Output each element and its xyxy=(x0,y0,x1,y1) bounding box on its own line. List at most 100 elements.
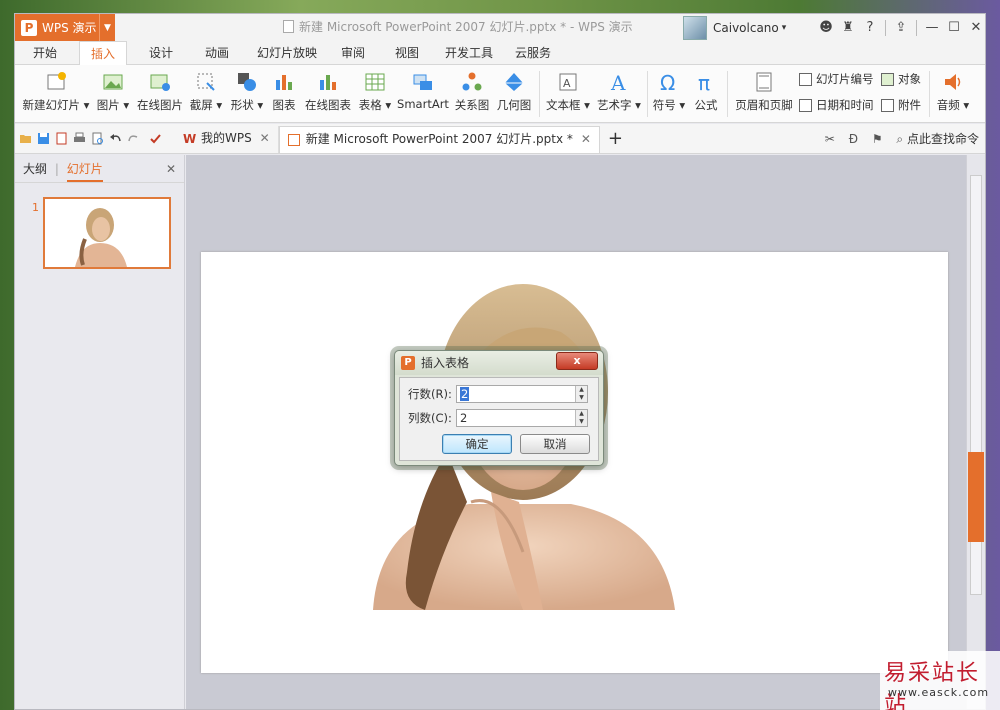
app-button-label: WPS 演示 xyxy=(42,21,97,35)
stepper-arrows-icon[interactable]: ▲ ▼ xyxy=(575,386,587,402)
customize-icon[interactable] xyxy=(149,132,162,145)
print-preview-icon[interactable] xyxy=(91,132,104,145)
print-icon[interactable] xyxy=(73,132,86,145)
chart-button[interactable]: 图表 xyxy=(269,69,299,121)
quick-access-bar: W 我的WPS ✕ 新建 Microsoft PowerPoint 2007 幻… xyxy=(15,124,985,154)
date-time-label: 日期和时间 xyxy=(816,98,874,112)
d-icon[interactable]: Ð xyxy=(849,132,858,146)
export-pdf-icon[interactable] xyxy=(55,132,68,145)
slide-number-label: 幻灯片编号 xyxy=(816,72,874,86)
header-footer-label: 页眉和页脚 xyxy=(735,98,793,112)
smartart-button[interactable]: SmartArt xyxy=(397,69,449,121)
find-command-label[interactable]: 点此查找命令 xyxy=(907,132,979,146)
search-icon[interactable]: ⌕ xyxy=(896,132,903,146)
find-command[interactable]: ✂ Ð ⚑ ⌕ 点此查找命令 xyxy=(825,124,979,154)
audio-label: 音频 xyxy=(936,98,960,112)
online-chart-button[interactable]: 在线图表 xyxy=(303,69,353,121)
divider xyxy=(647,71,648,117)
object-button[interactable]: 对象 xyxy=(881,69,921,89)
tab-design[interactable]: 设计 xyxy=(139,41,183,65)
skin-icon[interactable]: ☻ xyxy=(815,20,837,35)
symbol-button[interactable]: Ω 符号 ▾ xyxy=(651,69,687,121)
picture-button[interactable]: 图片 ▾ xyxy=(95,69,131,121)
geometry-button[interactable]: 几何图 xyxy=(495,69,533,121)
close-icon[interactable]: ✕ xyxy=(581,127,591,152)
divider xyxy=(727,71,728,117)
object-icon xyxy=(881,72,894,86)
redo-icon[interactable] xyxy=(127,132,140,145)
window-controls: ☻ ♜ ? ⇪ — ☐ ✕ xyxy=(815,14,985,41)
dialog-close-button[interactable]: x xyxy=(556,352,598,370)
minimize-icon[interactable]: — xyxy=(921,20,943,35)
tab-outline[interactable]: 大纲 xyxy=(23,162,47,176)
rows-value[interactable]: 2 xyxy=(460,387,470,401)
cols-stepper[interactable]: 2 ▲ ▼ xyxy=(456,409,588,427)
formula-button[interactable]: π 公式 xyxy=(691,69,721,121)
online-picture-icon xyxy=(150,74,170,91)
tab-review[interactable]: 审阅 xyxy=(333,41,373,65)
scrollbar-marker xyxy=(968,452,984,542)
tab-insert[interactable]: 插入 xyxy=(79,41,127,66)
maximize-icon[interactable]: ☐ xyxy=(943,20,965,35)
ok-button[interactable]: 确定 xyxy=(442,434,512,454)
rows-stepper[interactable]: 2 ▲ ▼ xyxy=(456,385,588,403)
tab-animation[interactable]: 动画 xyxy=(195,41,239,65)
new-tab-plus-icon[interactable]: + xyxy=(600,126,631,153)
tab-my-wps[interactable]: W 我的WPS ✕ xyxy=(175,126,279,153)
tab-current-document[interactable]: 新建 Microsoft PowerPoint 2007 幻灯片.pptx * … xyxy=(278,126,600,153)
table-button[interactable]: 表格 ▾ xyxy=(355,69,395,121)
wordart-label: 艺术字 xyxy=(597,98,632,112)
cancel-button[interactable]: 取消 xyxy=(520,434,590,454)
slide-thumbnail[interactable] xyxy=(43,197,171,269)
title-bar: P WPS 演示 ▼ 新建 Microsoft PowerPoint 2007 … xyxy=(15,14,985,41)
shirt-icon[interactable]: ♜ xyxy=(837,20,859,35)
header-footer-button[interactable]: 页眉和页脚 xyxy=(733,69,795,121)
tab-slides[interactable]: 幻灯片 xyxy=(66,162,103,182)
close-icon[interactable]: ✕ xyxy=(260,126,270,151)
scissors-icon[interactable]: ✂ xyxy=(825,132,835,146)
watermark-url: www.easck.com xyxy=(888,686,990,699)
audio-button[interactable]: 音频 ▾ xyxy=(933,69,973,121)
attachment-label: 附件 xyxy=(898,98,921,112)
ppt-file-icon xyxy=(287,134,300,146)
rows-label: 行数(R): xyxy=(408,387,452,401)
date-time-button[interactable]: 日期和时间 xyxy=(799,95,874,115)
watermark-text: 易采站长站 xyxy=(884,661,981,710)
username[interactable]: Caivolcano xyxy=(713,21,779,35)
close-icon[interactable]: ✕ xyxy=(965,20,985,35)
stepper-arrows-icon[interactable]: ▲ ▼ xyxy=(575,410,587,426)
save-icon[interactable] xyxy=(37,132,50,145)
screenshot-button[interactable]: 截屏 ▾ xyxy=(187,69,225,121)
wps-app-button[interactable]: P WPS 演示 ▼ xyxy=(15,14,115,41)
document-icon xyxy=(283,20,294,33)
omega-icon: Ω xyxy=(660,71,675,93)
tab-view[interactable]: 视图 xyxy=(387,41,427,65)
user-area[interactable]: Caivolcano ▾ xyxy=(683,16,786,40)
open-folder-icon[interactable] xyxy=(19,132,32,145)
textbox-button[interactable]: A 文本框 ▾ xyxy=(545,69,591,121)
vertical-scrollbar[interactable] xyxy=(966,155,985,709)
flag-icon[interactable]: ⚑ xyxy=(872,132,883,146)
tab-developer[interactable]: 开发工具 xyxy=(439,41,499,65)
new-slide-button[interactable]: 新建幻灯片 ▾ xyxy=(21,69,91,121)
cols-value[interactable]: 2 xyxy=(460,411,467,425)
undo-icon[interactable] xyxy=(109,132,122,145)
slide-number: 1 xyxy=(32,201,39,214)
tab-slideshow[interactable]: 幻灯片放映 xyxy=(251,41,323,65)
wordart-button[interactable]: A 艺术字 ▾ xyxy=(595,69,643,121)
attachment-button[interactable]: 附件 xyxy=(881,95,921,115)
upload-icon[interactable]: ⇪ xyxy=(890,20,912,35)
relation-button[interactable]: 关系图 xyxy=(453,69,491,121)
chevron-down-icon[interactable]: ▾ xyxy=(782,23,787,33)
chevron-down-icon[interactable]: ▼ xyxy=(99,14,115,41)
dialog-title-bar[interactable]: P 插入表格 x xyxy=(395,351,603,375)
tab-home[interactable]: 开始 xyxy=(23,41,67,65)
online-picture-button[interactable]: 在线图片 xyxy=(135,69,185,121)
close-icon[interactable]: ✕ xyxy=(166,155,176,183)
help-icon[interactable]: ? xyxy=(859,20,881,35)
divider xyxy=(539,71,540,117)
shapes-button[interactable]: 形状 ▾ xyxy=(229,69,265,121)
slide-number-button[interactable]: 幻灯片编号 xyxy=(799,69,874,89)
avatar[interactable] xyxy=(683,16,707,40)
tab-cloud[interactable]: 云服务 xyxy=(509,41,557,65)
